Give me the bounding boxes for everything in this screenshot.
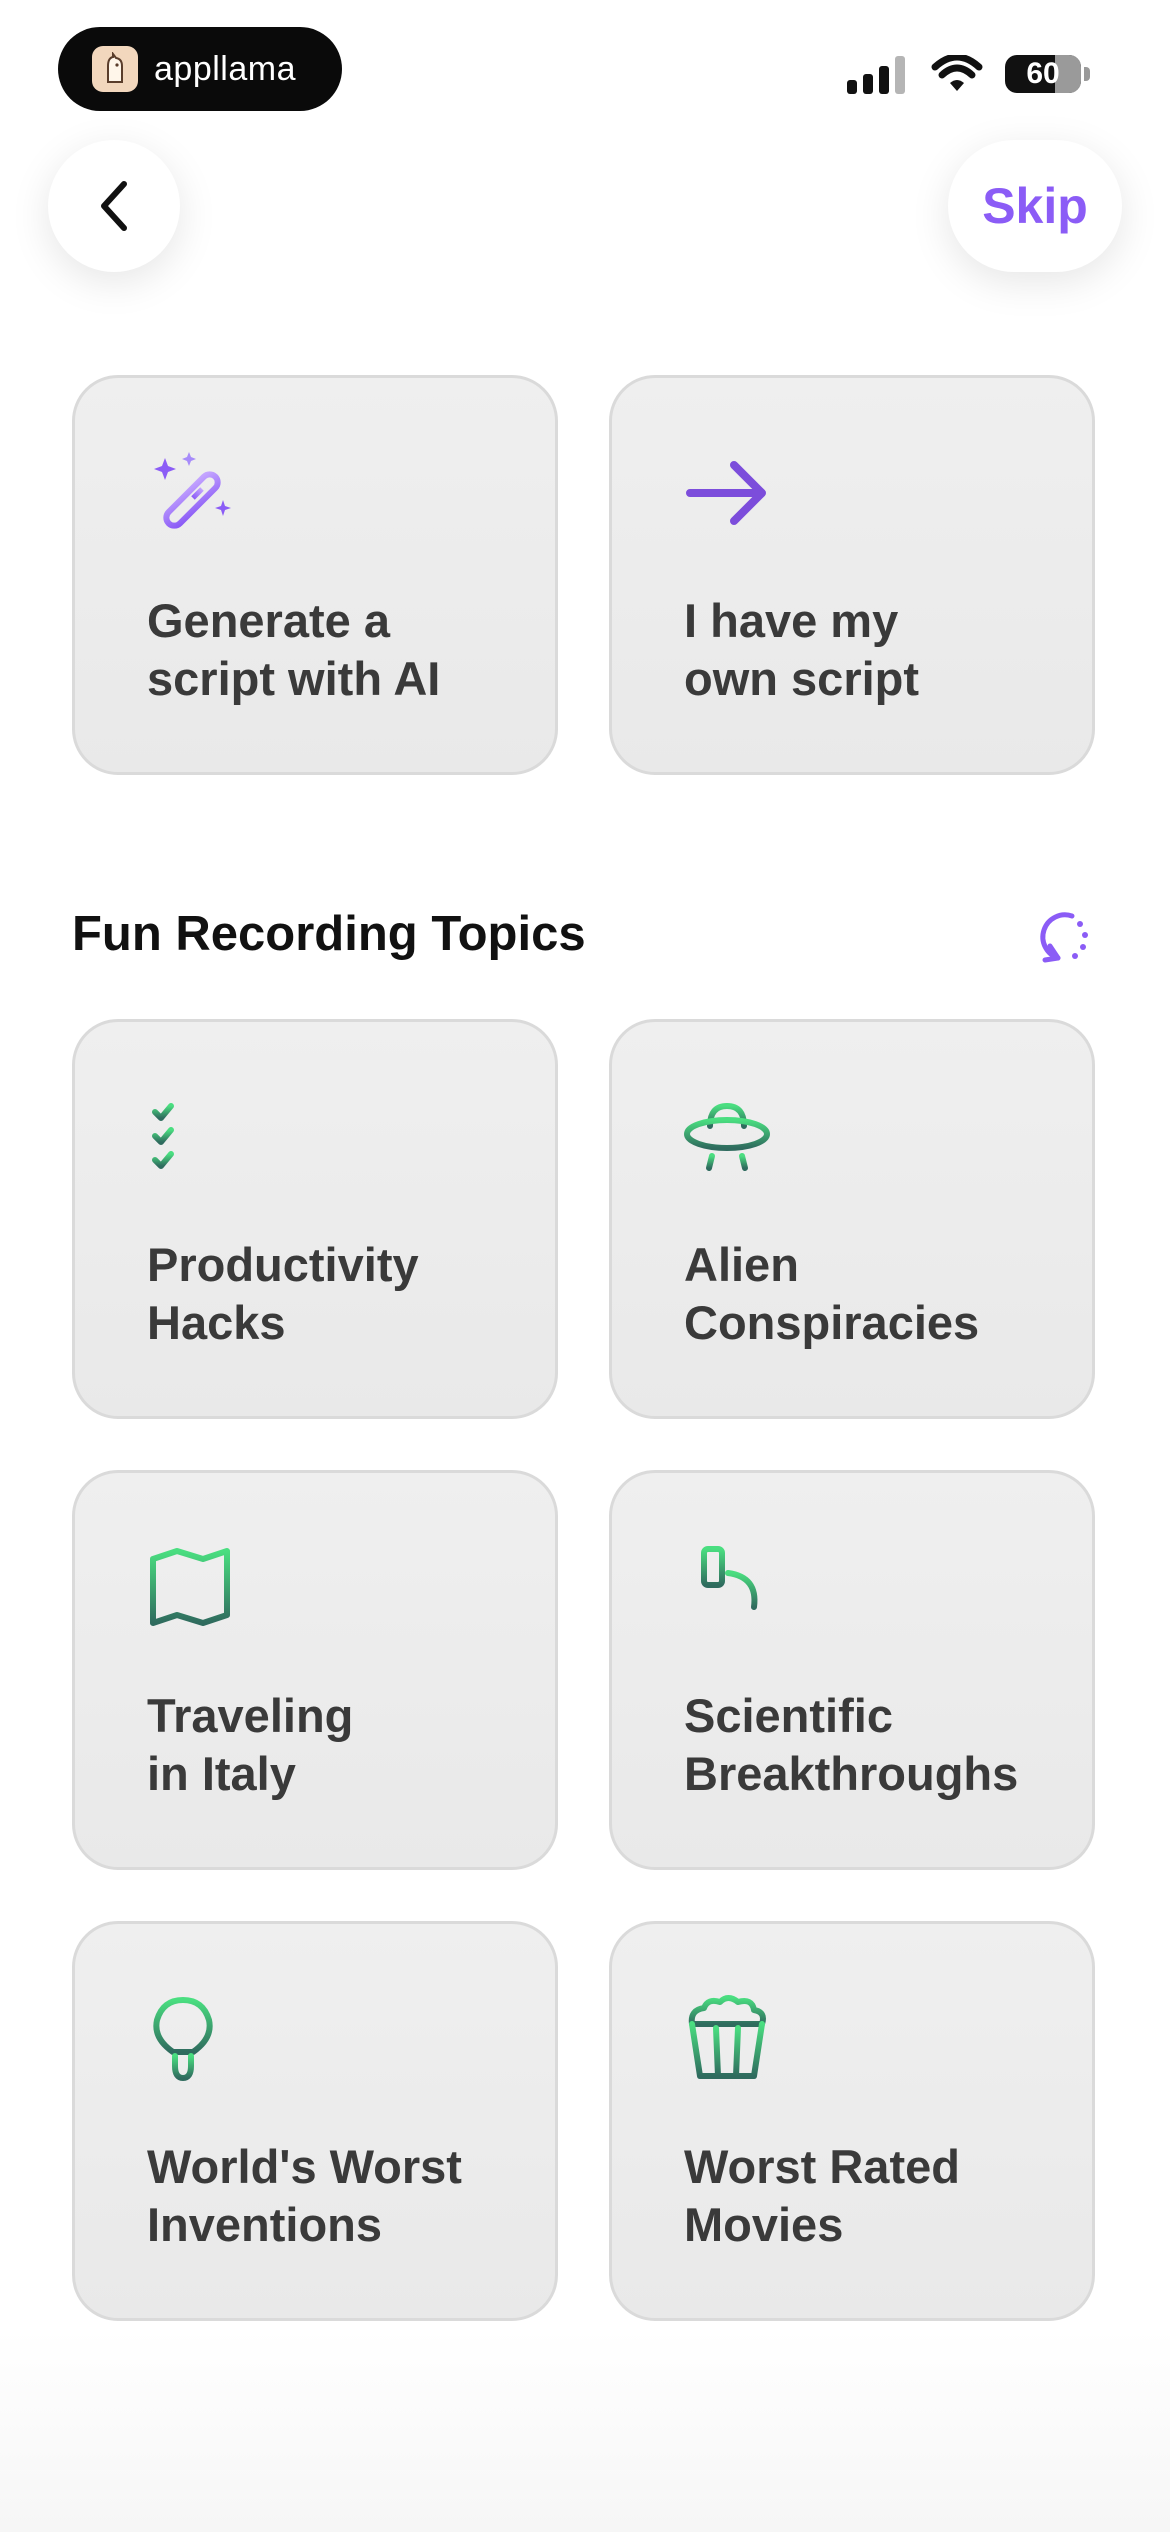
topic-card-traveling-in-italy[interactable]: Traveling in Italy [72,1470,558,1870]
topics-section-title: Fun Recording Topics [72,907,586,961]
battery-cap [1084,67,1090,81]
refresh-icon [1040,912,1088,963]
ufo-icon [684,1103,770,1173]
card-label: Scientific Breakthroughs [684,1689,1019,1800]
topic-card-scientific-breakthroughs[interactable]: Scientific Breakthroughs [609,1470,1095,1870]
magic-wand-icon [154,452,231,529]
topic-card-alien-conspiracies[interactable]: Alien Conspiracies [609,1019,1095,1419]
brand-name: appllama [154,49,296,88]
battery-icon: 60 [1005,55,1081,93]
back-button[interactable] [48,140,180,272]
status-icons: 60 [847,54,1090,94]
chevron-left-icon [101,181,127,231]
map-icon [150,1548,230,1626]
skip-button[interactable]: Skip [948,140,1122,272]
checklist-icon [152,1103,230,1169]
microscope-icon [687,1546,767,1626]
lightbulb-icon [153,1997,213,2081]
card-label: Traveling in Italy [147,1689,354,1800]
cellular-signal-icon [847,54,905,94]
popcorn-icon [688,1995,766,2079]
brand-pill: appllama [58,27,342,111]
topic-card-productivity-hacks[interactable]: Productivity Hacks [72,1019,558,1419]
own-script-card[interactable]: I have my own script [609,375,1095,775]
generate-with-ai-card[interactable]: Generate a script with AI [72,375,558,775]
card-label: Productivity Hacks [147,1238,419,1349]
llama-logo-icon [92,46,138,92]
battery-level: 60 [1026,57,1060,90]
card-label: Generate a script with AI [147,594,441,705]
arrow-right-icon [686,461,766,525]
topic-card-worst-rated-movies[interactable]: Worst Rated Movies [609,1921,1095,2321]
refresh-topics-button[interactable] [1028,904,1092,968]
card-label: Alien Conspiracies [684,1238,980,1349]
card-label: I have my own script [684,594,920,705]
card-label: Worst Rated Movies [684,2140,960,2251]
wifi-icon [931,55,983,91]
card-label: World's Worst Inventions [147,2140,462,2251]
topic-card-worlds-worst-inventions[interactable]: World's Worst Inventions [72,1921,558,2321]
status-bar: appllama 60 [0,0,1170,130]
screen: appllama 60 Skip Generate a script with … [0,0,1170,2532]
